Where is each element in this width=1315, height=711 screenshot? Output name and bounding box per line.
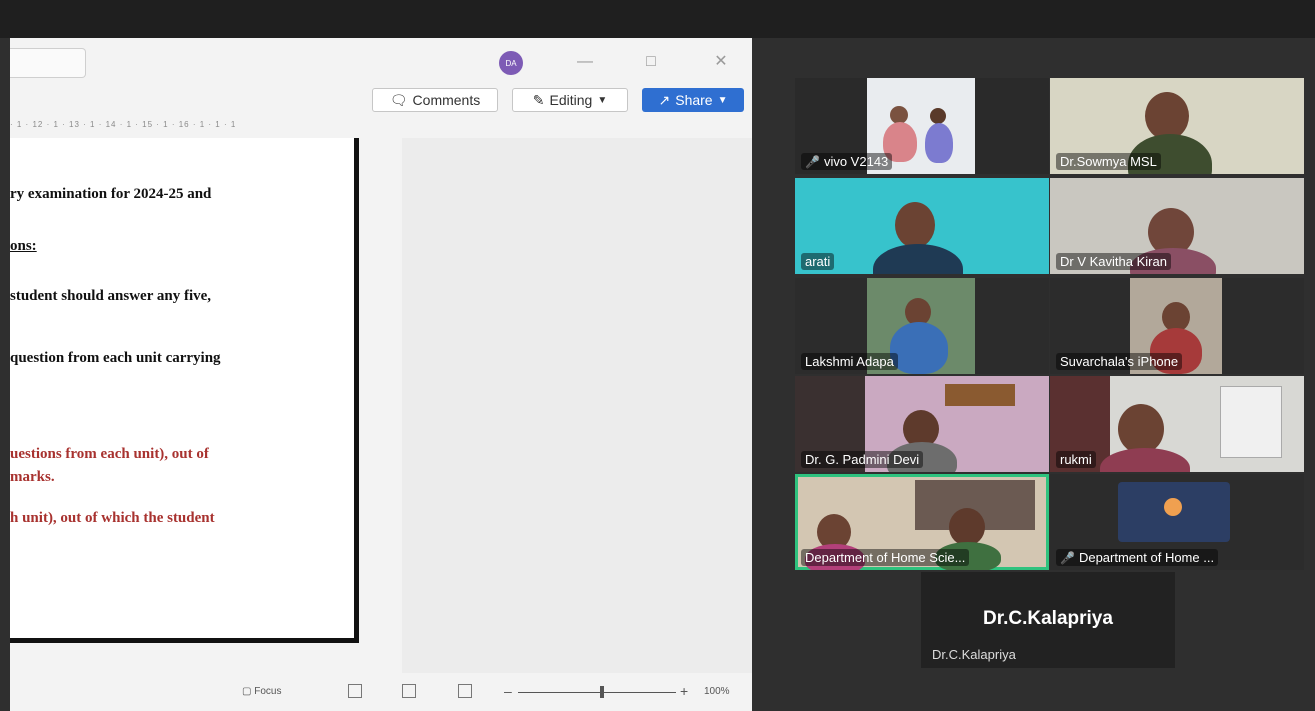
share-button[interactable]: ↗ Share ▼ (642, 88, 744, 112)
document-page[interactable]: ry examination for 2024-25 and ons: stud… (10, 138, 359, 643)
pencil-icon: ✎ (532, 91, 545, 108)
zoom-out-button[interactable]: – (504, 683, 512, 699)
participant-name-label: Suvarchala's iPhone (1060, 354, 1179, 369)
active-speaker-label: Dr.C.Kalapriya (932, 647, 1016, 662)
ruler[interactable]: · 1 · 12 · 1 · 13 · 1 · 14 · 1 · 15 · 1 … (10, 120, 410, 136)
participant-name-label: Department of Home Scie... (805, 550, 966, 565)
web-layout-icon[interactable] (458, 684, 472, 698)
participant-name: 🎤 vivo V2143 (801, 153, 893, 170)
participant-name: Dr. G. Padmini Devi (801, 451, 924, 468)
participant-name-label: Lakshmi Adapa (805, 354, 894, 369)
word-window: DA — □ ✕ 🗨 Comments ✎ Editing ▼ ↗ Share … (10, 38, 752, 711)
participant-tile[interactable]: arati (795, 178, 1049, 274)
muted-mic-icon: 🎤 (1060, 551, 1075, 565)
search-input[interactable] (10, 48, 86, 78)
print-layout-icon[interactable] (402, 684, 416, 698)
zoom-slider-handle[interactable] (600, 686, 604, 698)
zoom-slider[interactable] (518, 692, 676, 693)
comments-label: Comments (412, 92, 481, 108)
minimize-icon[interactable]: — (574, 52, 596, 72)
participant-name: Dr V Kavitha Kiran (1056, 253, 1171, 270)
chevron-down-icon: ▼ (597, 94, 608, 106)
participant-tile[interactable]: rukmi (1050, 376, 1304, 472)
participant-tile[interactable]: Dr V Kavitha Kiran (1050, 178, 1304, 274)
participant-name-label: Dr V Kavitha Kiran (1060, 254, 1167, 269)
zoom-in-button[interactable]: + (680, 683, 688, 699)
focus-mode-button[interactable]: ▢ Focus (242, 686, 281, 697)
command-bar: 🗨 Comments ✎ Editing ▼ ↗ Share ▼ (10, 88, 752, 116)
participant-name: Lakshmi Adapa (801, 353, 898, 370)
participant-tile[interactable]: 🎤 vivo V2143 (795, 78, 1049, 174)
participant-name-label: vivo V2143 (823, 154, 889, 169)
participant-tile[interactable]: Lakshmi Adapa (795, 278, 1049, 374)
document-line: ry examination for 2024-25 and (10, 186, 212, 202)
participant-name-label: Department of Home ... (1078, 550, 1215, 565)
document-line: question from each unit carrying (10, 350, 221, 366)
participant-name-label: Dr. G. Padmini Devi (805, 452, 920, 467)
share-icon: ↗ (658, 91, 671, 108)
document-line: ons: (10, 238, 37, 254)
active-speaker-card[interactable]: Dr.C.Kalapriya Dr.C.Kalapriya (921, 572, 1175, 668)
muted-mic-icon: 🎤 (805, 155, 820, 169)
comment-icon: 🗨 (389, 91, 408, 108)
zoom-level[interactable]: 100% (704, 686, 730, 697)
participant-name: rukmi (1056, 451, 1096, 468)
document-line: h unit), out of which the student (10, 510, 215, 526)
editing-label: Editing (549, 92, 593, 108)
document-line: uestions from each unit), out of (10, 446, 209, 462)
document-line: marks. (10, 469, 55, 485)
document-line: student should answer any five, (10, 288, 212, 304)
participant-tile[interactable]: Dr. G. Padmini Devi (795, 376, 1049, 472)
chevron-down-icon: ▼ (717, 94, 728, 106)
focus-label: Focus (254, 686, 282, 697)
active-speaker-name: Dr.C.Kalapriya (983, 608, 1113, 629)
participant-name: arati (801, 253, 835, 270)
participant-name: Department of Home Scie... (801, 549, 970, 566)
title-bar: DA — □ ✕ (10, 38, 752, 88)
close-icon[interactable]: ✕ (710, 52, 732, 72)
participant-name-label: arati (805, 254, 831, 269)
participant-name: Dr.Sowmya MSL (1056, 153, 1161, 170)
participant-name-label: Dr.Sowmya MSL (1060, 154, 1157, 169)
canvas-background (402, 138, 752, 673)
comments-button[interactable]: 🗨 Comments (372, 88, 498, 112)
editing-mode-button[interactable]: ✎ Editing ▼ (512, 88, 628, 112)
share-label: Share (675, 92, 713, 108)
read-mode-icon[interactable] (348, 684, 362, 698)
maximize-icon[interactable]: □ (640, 52, 662, 72)
status-bar: ▢ Focus – + 100% (10, 673, 752, 711)
user-avatar[interactable]: DA (499, 51, 523, 75)
participant-tile[interactable]: Suvarchala's iPhone (1050, 278, 1304, 374)
participant-name-label: rukmi (1060, 452, 1092, 467)
participant-tile-speaking[interactable]: Department of Home Scie... (795, 474, 1049, 570)
participant-tile[interactable]: 🎤 Department of Home ... (1050, 474, 1304, 570)
participant-tile[interactable]: Dr.Sowmya MSL (1050, 78, 1304, 174)
top-dark-bar (0, 0, 1315, 38)
participant-name: 🎤 Department of Home ... (1056, 549, 1219, 566)
participant-name: Suvarchala's iPhone (1056, 353, 1183, 370)
